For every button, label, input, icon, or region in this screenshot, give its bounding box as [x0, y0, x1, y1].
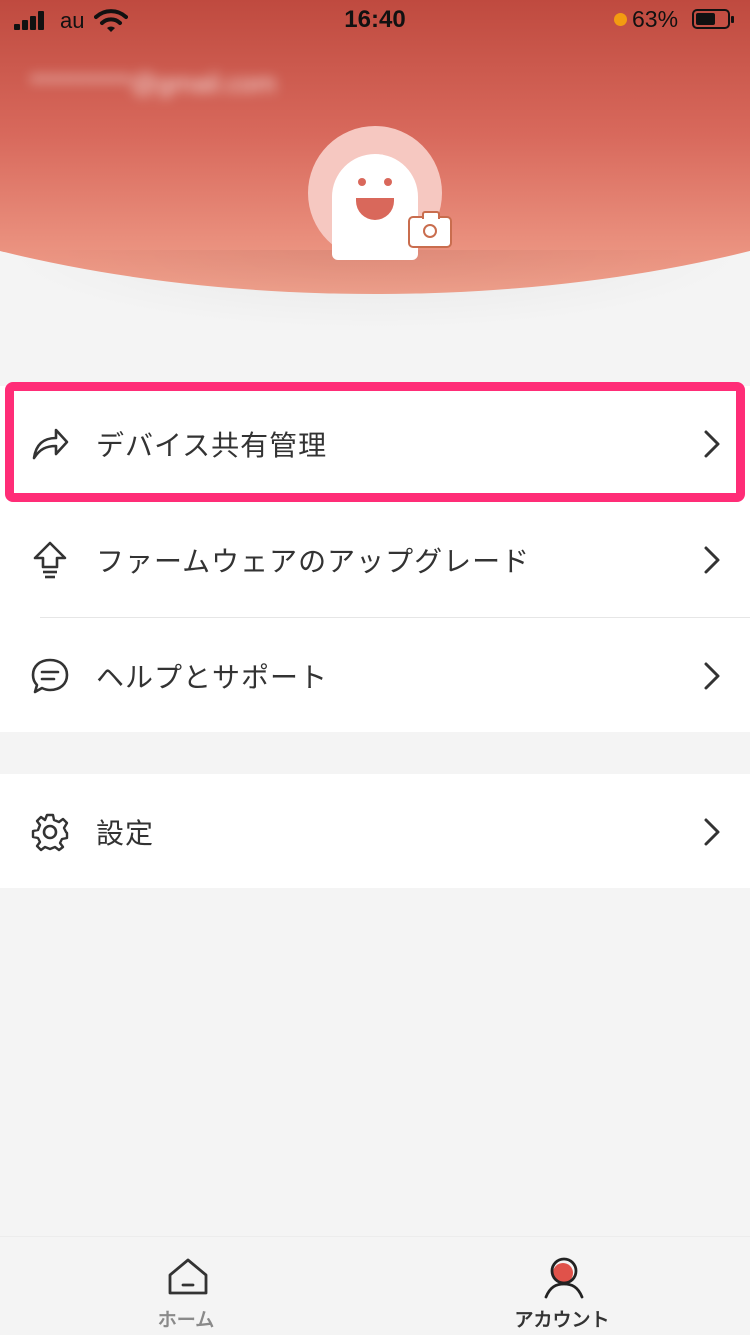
menu-item-label: ファームウェアのアップグレード: [96, 545, 531, 578]
menu-group-main: デバイス共有管理 ファームウェアのアップグレード ヘルプとサポート: [0, 386, 750, 732]
account-icon: [544, 1257, 584, 1299]
chevron-right-icon: [704, 430, 720, 458]
tab-account-label: アカウント: [514, 1309, 610, 1331]
battery-percent: 63%: [632, 6, 679, 32]
menu-item-label: ヘルプとサポート: [96, 661, 329, 694]
upgrade-arrow-icon: [33, 541, 67, 579]
gear-icon: [31, 813, 69, 852]
chevron-right-icon: [704, 818, 720, 846]
menu-item-label: デバイス共有管理: [96, 429, 328, 462]
home-icon: [168, 1258, 208, 1295]
menu-item-label: 設定: [96, 817, 155, 850]
chat-bubble-icon: [31, 658, 69, 694]
menu-group-settings: 設定: [0, 774, 750, 888]
tab-bar: ホーム アカウント: [0, 1236, 750, 1335]
menu-item-firmware-upgrade[interactable]: ファームウェアのアップグレード: [0, 502, 750, 618]
tab-account[interactable]: アカウント: [452, 1237, 672, 1335]
battery-icon: [692, 9, 734, 29]
avatar-face-icon: [332, 154, 418, 260]
battery-level-fill: [696, 13, 715, 25]
chevron-right-icon: [704, 662, 720, 690]
tab-home-label: ホーム: [157, 1309, 215, 1331]
menu-item-settings[interactable]: 設定: [0, 774, 750, 888]
camera-icon[interactable]: [408, 211, 452, 248]
share-icon: [32, 428, 69, 460]
status-bar: au 16:40 63%: [0, 0, 750, 40]
header-shadow: [0, 250, 750, 330]
tab-home[interactable]: ホーム: [76, 1237, 296, 1335]
account-email: **********@gmail.com: [30, 68, 277, 98]
location-indicator-dot: [614, 13, 627, 26]
chevron-right-icon: [704, 546, 720, 574]
menu-item-device-sharing[interactable]: デバイス共有管理: [0, 386, 750, 502]
menu-item-help-support[interactable]: ヘルプとサポート: [0, 618, 750, 734]
